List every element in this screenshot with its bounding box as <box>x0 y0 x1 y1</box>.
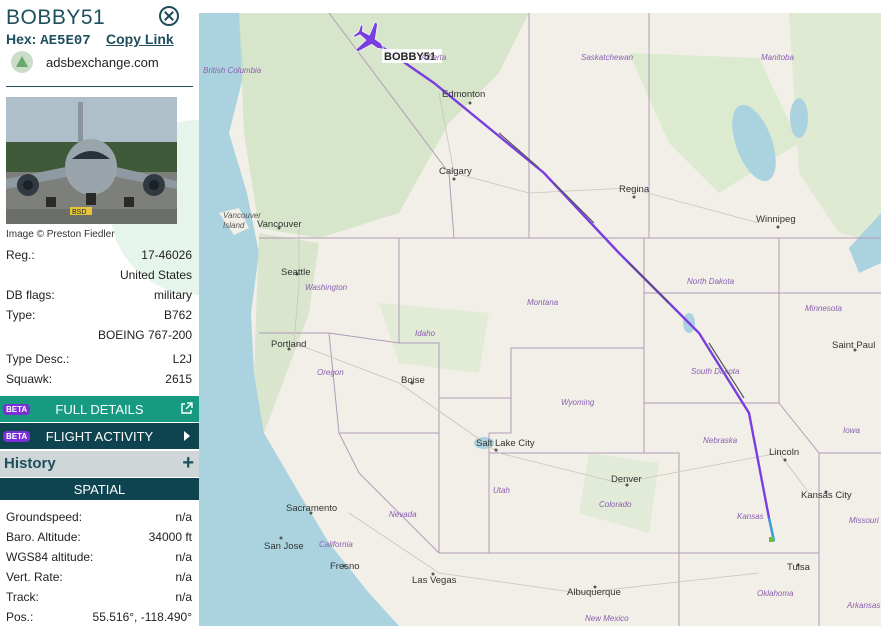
expand-plus-icon[interactable]: + <box>182 452 194 475</box>
spatial-section-header: SPATIAL <box>0 478 199 500</box>
region-label: Wyoming <box>561 398 595 407</box>
type-value: B762 <box>163 308 192 322</box>
chevron-right-icon <box>184 431 190 441</box>
city-label: Lincoln <box>769 447 799 458</box>
typedesc-value: L2J <box>172 352 192 366</box>
image-credit: Image © Preston Fiedler <box>6 229 115 240</box>
city-label: Vancouver <box>257 219 302 230</box>
region-label: Colorado <box>599 500 632 509</box>
hex-row: Hex: AE5E07 <box>6 31 91 49</box>
city-label: Salt Lake City <box>476 438 535 449</box>
position-value: 55.516°, -118.490° <box>92 610 192 624</box>
map-view[interactable]: BOBBY51 British Columbia Alberta Saskatc… <box>199 13 881 626</box>
city-label: Boise <box>401 375 425 386</box>
region-label: Oregon <box>317 368 344 377</box>
data-source: adsbexchange.com <box>46 55 159 70</box>
groundspeed-label: Groundspeed: <box>6 510 83 524</box>
typedesc-label: Type Desc.: <box>6 352 70 366</box>
city-label: Las Vegas <box>412 575 457 586</box>
region-label: Missouri <box>849 516 879 525</box>
region-label: South Dakota <box>691 367 740 376</box>
region-label: Nebraska <box>703 436 738 445</box>
region-label: Nevada <box>389 510 417 519</box>
spatial-label: SPATIAL <box>73 482 126 497</box>
city-label: Edmonton <box>442 89 485 100</box>
region-label: Minnesota <box>805 304 842 313</box>
baro-altitude-value: 34000 ft <box>148 530 192 544</box>
region-label: Montana <box>527 298 559 307</box>
tail-marking: BSD <box>72 209 86 216</box>
region-label: Manitoba <box>761 53 794 62</box>
copy-link[interactable]: Copy Link <box>106 31 174 47</box>
region-label: Iowa <box>843 426 860 435</box>
region-label: Idaho <box>415 329 436 338</box>
city-label: Albuquerque <box>567 587 621 598</box>
track-start-marker <box>769 537 774 542</box>
city-label: Portland <box>271 339 306 350</box>
region-label: British Columbia <box>203 66 262 75</box>
track-value: n/a <box>175 590 192 604</box>
region-label: Alberta <box>420 53 447 62</box>
flight-activity-button[interactable]: BETA FLIGHT ACTIVITY <box>0 423 199 449</box>
history-label: History <box>4 455 56 472</box>
hex-value: AE5E07 <box>40 33 91 49</box>
city-label: Seattle <box>281 267 311 278</box>
groundspeed-value: n/a <box>175 510 192 524</box>
close-icon[interactable] <box>159 6 179 26</box>
city-label: Winnipeg <box>756 214 796 225</box>
island-label: Vancouver <box>223 211 261 220</box>
full-details-label: FULL DETAILS <box>55 402 144 417</box>
city-label: Sacramento <box>286 503 337 514</box>
region-label: California <box>319 540 353 549</box>
adsbexchange-logo-icon <box>11 51 33 73</box>
baro-altitude-label: Baro. Altitude: <box>6 530 81 544</box>
dbflags-value: military <box>154 288 192 302</box>
city-label: San Jose <box>264 541 304 552</box>
region-label: Oklahoma <box>757 589 794 598</box>
region-label: Arkansas <box>846 601 880 610</box>
region-label: New Mexico <box>585 614 629 623</box>
reg-label: Reg.: <box>6 248 35 262</box>
position-label: Pos.: <box>6 610 34 624</box>
forest-area <box>579 453 659 533</box>
history-section-header[interactable]: History + <box>0 451 199 477</box>
hex-label: Hex: <box>6 31 37 47</box>
city-label: Regina <box>619 184 650 195</box>
region-label: Saskatchewan <box>581 53 634 62</box>
city-label: Saint Paul <box>832 340 875 351</box>
aircraft-photo-image: BSD <box>6 97 177 224</box>
squawk-value: 2615 <box>165 372 192 386</box>
region-label: Washington <box>305 283 348 292</box>
forest-area <box>379 303 489 373</box>
city-label: Tulsa <box>787 562 811 573</box>
lake <box>790 98 808 138</box>
region-label: Kansas <box>737 512 764 521</box>
city-label: Fresno <box>330 561 360 572</box>
divider <box>6 86 193 87</box>
dbflags-label: DB flags: <box>6 288 55 302</box>
track-label: Track: <box>6 590 39 604</box>
region-label: North Dakota <box>687 277 735 286</box>
reg-value: 17-46026 <box>141 248 192 262</box>
city-label: Kansas City <box>801 490 852 501</box>
wgs84-altitude-label: WGS84 altitude: <box>6 550 94 564</box>
aircraft-info-panel: BOBBY51 Hex: AE5E07 Copy Link adsbexchan… <box>0 0 199 626</box>
squawk-label: Squawk: <box>6 372 53 386</box>
country-value: United States <box>119 268 192 282</box>
map-canvas[interactable]: BOBBY51 British Columbia Alberta Saskatc… <box>199 13 881 626</box>
island-label: Island <box>223 221 245 230</box>
region-label: Utah <box>493 486 510 495</box>
city-label: Denver <box>611 474 642 485</box>
type-full-value: BOEING 767-200 <box>97 328 192 342</box>
vert-rate-value: n/a <box>175 570 192 584</box>
type-label: Type: <box>6 308 36 322</box>
city-label: Calgary <box>439 166 472 177</box>
flight-activity-label: FLIGHT ACTIVITY <box>45 429 154 444</box>
callsign-title: BOBBY51 <box>6 6 106 29</box>
external-link-icon <box>181 402 193 414</box>
vert-rate-label: Vert. Rate: <box>6 570 63 584</box>
wgs84-altitude-value: n/a <box>175 550 192 564</box>
aircraft-photo[interactable]: BSD <box>6 97 177 224</box>
full-details-button[interactable]: BETA FULL DETAILS <box>0 396 199 422</box>
